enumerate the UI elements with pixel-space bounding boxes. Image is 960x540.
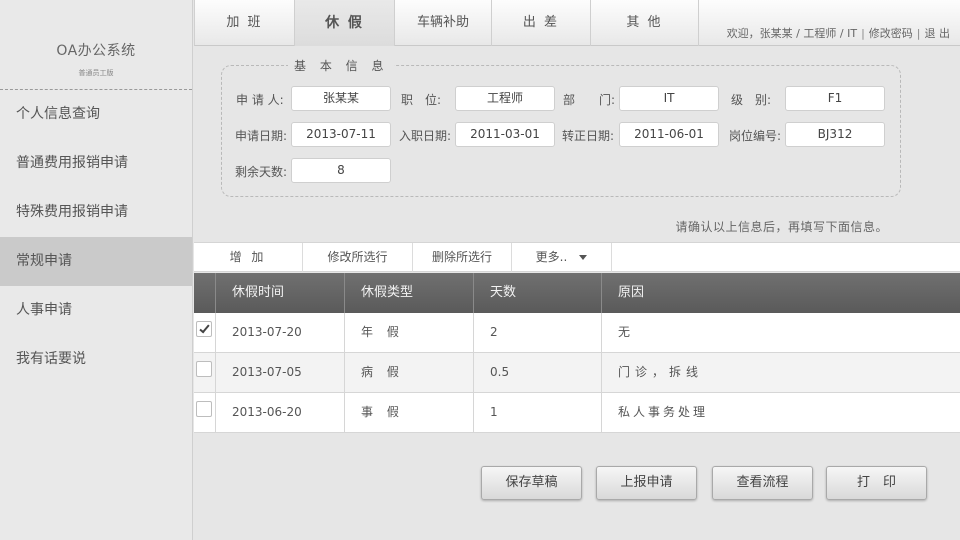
sidebar-item-general-expense[interactable]: 普通费用报销申请 [0, 139, 192, 188]
table-row[interactable]: 2013-07-20 年 假 2 无 [194, 313, 960, 353]
view-flow-button[interactable]: 查看流程 [712, 466, 813, 500]
table-row[interactable]: 2013-06-20 事 假 1 私人事务处理 [194, 393, 960, 433]
column-header-date: 休假时间 [216, 273, 345, 313]
table-row[interactable]: 2013-07-05 病 假 0.5 门诊，拆线 [194, 353, 960, 393]
row-checkbox[interactable] [196, 321, 212, 337]
cell-type: 病 假 [345, 353, 474, 392]
welcome-text: 欢迎，张某某 / 工程师 / IT [726, 27, 858, 40]
apply-date-label: 申请日期: [235, 129, 288, 143]
department-field[interactable]: IT [619, 86, 719, 111]
department-label: 部 门: [563, 93, 616, 107]
print-button[interactable]: 打 印 [826, 466, 927, 500]
post-no-field[interactable]: BJ312 [785, 122, 885, 147]
hire-date-field[interactable]: 2011-03-01 [455, 122, 555, 147]
cell-date: 2013-06-20 [216, 393, 345, 432]
applicant-label: 申 请 人: [236, 93, 284, 107]
cell-reason: 门诊，拆线 [618, 365, 704, 379]
tab-bar: 加 班 休 假 车辆补助 出 差 其 他 欢迎，张某某 / 工程师 / IT | 修… [194, 0, 960, 46]
regular-date-label: 转正日期: [562, 129, 615, 143]
cell-days: 0.5 [474, 353, 602, 392]
more-dropdown[interactable]: 更多.. [512, 243, 612, 272]
tab-other[interactable]: 其 他 [591, 0, 699, 46]
select-column-header [194, 273, 216, 313]
remaining-days-label: 剩余天数: [235, 165, 288, 179]
cell-type: 事 假 [345, 393, 474, 432]
cell-date: 2013-07-05 [216, 353, 345, 392]
brand: OA办公系统 普通员工版 [0, 0, 192, 90]
table-header: 休假时间 休假类型 天数 原因 [194, 273, 960, 313]
sidebar-item-special-expense[interactable]: 特殊费用报销申请 [0, 188, 192, 237]
leave-table: 休假时间 休假类型 天数 原因 2013-07-20 年 假 2 无 2013-… [194, 273, 960, 433]
app-edition: 普通员工版 [78, 69, 114, 77]
save-draft-button[interactable]: 保存草稿 [481, 466, 582, 500]
level-label: 级 别: [731, 93, 772, 107]
chevron-down-icon [579, 255, 588, 260]
confirm-note: 请确认以上信息后，再填写下面信息。 [675, 220, 888, 234]
cell-reason: 无 [618, 325, 631, 339]
cell-days: 2 [474, 313, 602, 352]
applicant-field[interactable]: 张某某 [291, 86, 391, 111]
cell-date: 2013-07-20 [216, 313, 345, 352]
user-bar: 欢迎，张某某 / 工程师 / IT | 修改密码 | 退 出 [726, 27, 951, 40]
cell-reason: 私人事务处理 [618, 405, 709, 419]
add-row-button[interactable]: 增 加 [194, 243, 303, 272]
position-field[interactable]: 工程师 [455, 86, 555, 111]
checkmark-icon [199, 322, 210, 334]
cell-type: 年 假 [345, 313, 474, 352]
apply-date-field[interactable]: 2013-07-11 [291, 122, 391, 147]
hire-date-label: 入职日期: [399, 129, 452, 143]
more-label: 更多.. [535, 250, 568, 264]
tab-business-trip[interactable]: 出 差 [492, 0, 591, 46]
row-checkbox[interactable] [196, 361, 212, 377]
post-no-label: 岗位编号: [729, 129, 782, 143]
sidebar: OA办公系统 普通员工版 个人信息查询 普通费用报销申请 特殊费用报销申请 常规… [0, 0, 193, 540]
sidebar-item-feedback[interactable]: 我有话要说 [0, 335, 192, 384]
submit-application-button[interactable]: 上报申请 [596, 466, 697, 500]
column-header-type: 休假类型 [345, 273, 474, 313]
app-title: OA办公系统 [56, 43, 136, 59]
sidebar-item-regular-application[interactable]: 常规申请 [0, 237, 192, 286]
tab-overtime[interactable]: 加 班 [195, 0, 295, 46]
logout-link[interactable]: 退 出 [925, 27, 951, 40]
table-toolbar: 增 加 修改所选行 删除所选行 更多.. [194, 242, 960, 272]
sidebar-item-hr-application[interactable]: 人事申请 [0, 286, 192, 335]
position-label: 职 位: [401, 93, 442, 107]
regular-date-field[interactable]: 2011-06-01 [619, 122, 719, 147]
tab-leave[interactable]: 休 假 [295, 0, 395, 46]
row-checkbox[interactable] [196, 401, 212, 417]
basic-info-legend: 基 本 信 息 [288, 57, 395, 74]
cell-days: 1 [474, 393, 602, 432]
column-header-reason: 原因 [618, 285, 645, 300]
change-password-link[interactable]: 修改密码 [869, 27, 913, 40]
tab-vehicle-allowance[interactable]: 车辆补助 [395, 0, 492, 46]
level-field[interactable]: F1 [785, 86, 885, 111]
edit-selected-button[interactable]: 修改所选行 [303, 243, 413, 272]
sidebar-item-personal-info[interactable]: 个人信息查询 [0, 90, 192, 139]
remaining-days-field[interactable]: 8 [291, 158, 391, 183]
delete-selected-button[interactable]: 删除所选行 [413, 243, 512, 272]
column-header-days: 天数 [474, 273, 602, 313]
